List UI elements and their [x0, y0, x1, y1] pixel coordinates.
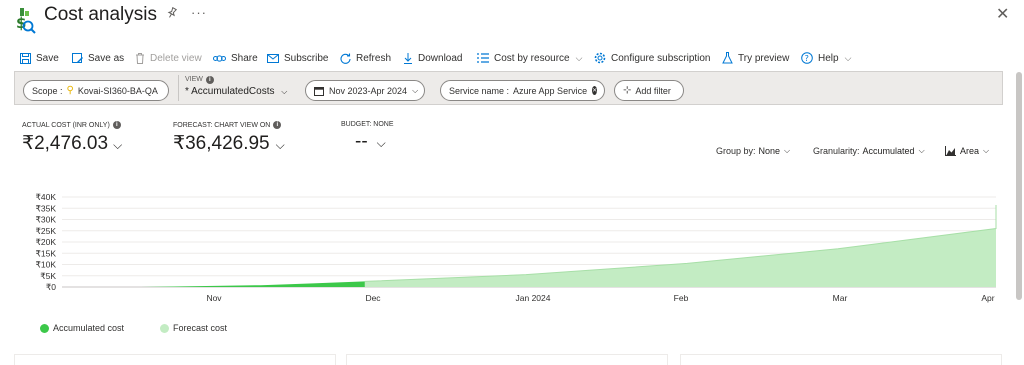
chevron-down-icon: ⌵ [918, 146, 925, 155]
breakdown-card [14, 354, 336, 365]
try-preview-button[interactable]: Try preview [722, 48, 789, 68]
y-tick-label: ₹30K [35, 215, 56, 225]
forecast-kpi: FORECAST: CHART VIEW ON i ₹36,426.95 ⌵ [173, 121, 285, 155]
y-tick-label: ₹25K [35, 226, 56, 236]
save-icon [20, 52, 31, 64]
chevron-down-icon: ⌵ [376, 136, 386, 150]
add-filter-button[interactable]: ⊹ Add filter [614, 80, 684, 101]
y-tick-label: ₹35K [35, 203, 56, 213]
chart-type-dropdown[interactable]: Area ⌵ [945, 146, 989, 156]
view-label: VIEW i [185, 76, 214, 84]
breakdown-card [346, 354, 668, 365]
add-filter-icon: ⊹ [623, 85, 632, 96]
actual-cost-value[interactable]: ₹2,476.03 ⌵ [22, 132, 122, 155]
save-as-button[interactable]: Save as [72, 48, 124, 68]
y-tick-label: ₹20K [35, 237, 56, 247]
chevron-down-icon: ⌵ [281, 87, 288, 96]
download-button[interactable]: Download [403, 48, 462, 68]
command-bar: Save Save as Delete view Share Subscribe… [0, 48, 1024, 68]
y-tick-label: ₹5K [40, 271, 56, 281]
close-icon[interactable]: ✕ [996, 4, 1009, 24]
accumulated-area [141, 281, 365, 287]
cost-analysis-icon: $ [16, 8, 36, 34]
actual-cost-kpi: ACTUAL COST (INR ONLY) i ₹2,476.03 ⌵ [22, 121, 123, 155]
x-tick-label: Jan 2024 [516, 293, 551, 303]
y-tick-label: ₹0 [46, 282, 56, 292]
key-icon: ⚲ [66, 85, 74, 96]
flask-icon [722, 52, 733, 64]
more-icon[interactable]: ··· [191, 5, 207, 20]
calendar-icon [314, 86, 324, 96]
y-tick-label: ₹10K [35, 260, 56, 270]
legend-swatch [160, 323, 169, 333]
share-button[interactable]: Share [213, 48, 258, 68]
legend-swatch [40, 323, 49, 333]
forecast-area [364, 205, 996, 287]
pin-icon[interactable] [166, 6, 178, 22]
download-icon [403, 52, 413, 64]
cost-area-chart: ₹0₹5K₹10K ₹15K₹20K₹25K₹30K ₹35K₹40K Nov Dec J… [35, 192, 997, 303]
group-by-dropdown[interactable]: Group by: None ⌵ [716, 146, 790, 156]
save-button[interactable]: Save [20, 48, 59, 68]
help-button[interactable]: ? Help ⌵ [801, 48, 851, 68]
trash-icon [135, 52, 145, 64]
breakdown-card [680, 354, 1002, 365]
svg-text:?: ? [805, 54, 809, 63]
granularity-dropdown[interactable]: Granularity: Accumulated ⌵ [813, 146, 925, 156]
y-tick-label: ₹40K [35, 192, 56, 202]
x-tick-label: Feb [674, 293, 689, 303]
filter-bar: Scope : ⚲ Kovai-SI360-BA-QA VIEW i * Accu… [14, 71, 1003, 105]
refresh-button[interactable]: Refresh [340, 48, 391, 68]
scope-pill[interactable]: Scope : ⚲ Kovai-SI360-BA-QA [23, 80, 169, 101]
help-icon: ? [801, 52, 813, 64]
service-name-filter-pill[interactable]: Service name : Azure App Service ✕ [440, 80, 605, 101]
x-tick-label: Dec [365, 293, 381, 303]
date-range-picker[interactable]: Nov 2023-Apr 2024 ⌵ [305, 80, 425, 101]
area-chart-icon [945, 146, 956, 156]
list-icon [477, 53, 489, 63]
subscribe-button[interactable]: Subscribe [267, 48, 328, 68]
save-as-icon [72, 52, 83, 64]
chevron-down-icon: ⌵ [844, 52, 852, 63]
budget-kpi: BUDGET: NONE -- ⌵ [341, 121, 394, 153]
y-tick-label: ₹15K [35, 248, 56, 258]
remove-filter-icon[interactable]: ✕ [592, 86, 598, 95]
chevron-down-icon: ⌵ [983, 146, 990, 155]
info-icon[interactable]: i [112, 121, 121, 129]
forecast-value[interactable]: ₹36,426.95 ⌵ [173, 132, 285, 155]
budget-value[interactable]: -- ⌵ [341, 131, 394, 153]
configure-subscription-button[interactable]: Configure subscription [594, 48, 711, 68]
chevron-down-icon: ⌵ [784, 146, 791, 155]
chevron-down-icon: ⌵ [575, 52, 583, 63]
chevron-down-icon: ⌵ [113, 138, 123, 152]
page-title: Cost analysis [44, 4, 157, 25]
divider [178, 75, 179, 101]
delete-view-button[interactable]: Delete view [135, 48, 202, 68]
x-tick-label: Nov [206, 293, 222, 303]
info-icon[interactable]: i [273, 121, 282, 129]
refresh-icon [340, 53, 351, 64]
chevron-down-icon: ⌵ [412, 85, 419, 95]
mail-icon [267, 53, 279, 63]
gear-icon [594, 52, 606, 64]
x-tick-label: Mar [833, 293, 848, 303]
cost-by-resource-button[interactable]: Cost by resource ⌵ [477, 48, 582, 68]
view-selector[interactable]: * AccumulatedCosts ⌵ [185, 86, 287, 97]
x-tick-label: Apr [981, 293, 994, 303]
chevron-down-icon: ⌵ [275, 138, 285, 152]
legend-item-accumulated[interactable]: Accumulated cost [40, 323, 124, 333]
share-icon [213, 54, 226, 63]
legend-item-forecast[interactable]: Forecast cost [160, 323, 227, 333]
